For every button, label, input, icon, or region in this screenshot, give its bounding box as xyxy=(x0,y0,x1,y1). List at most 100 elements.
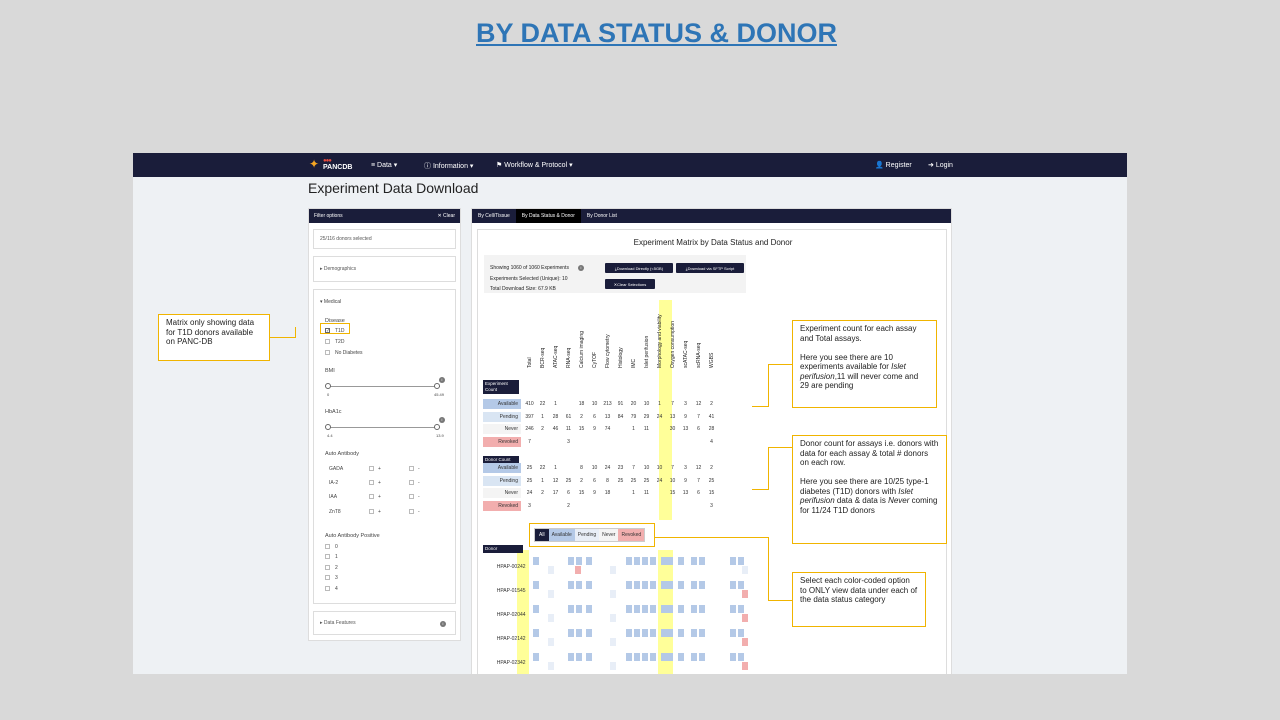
donor-assay-cell[interactable] xyxy=(626,653,632,661)
assay-column-header[interactable]: Flow cytometry xyxy=(605,334,611,368)
donor-assay-cell[interactable] xyxy=(738,653,744,661)
count-cell[interactable]: 10 xyxy=(588,465,601,471)
count-cell[interactable]: 2 xyxy=(562,503,575,509)
donor-assay-cell[interactable] xyxy=(642,581,648,589)
assay-column-header[interactable]: Total xyxy=(527,357,533,368)
info-icon[interactable]: i xyxy=(439,417,445,423)
donor-assay-cell[interactable] xyxy=(667,629,673,637)
donor-assay-cell[interactable] xyxy=(548,614,554,622)
donor-revoked-cell[interactable] xyxy=(742,590,748,598)
antibody-negative-checkbox[interactable] xyxy=(409,466,414,471)
donor-assay-cell[interactable] xyxy=(548,662,554,670)
count-cell[interactable]: 3 xyxy=(705,503,718,509)
antibody-positive-checkbox[interactable] xyxy=(369,509,374,514)
donor-assay-cell[interactable] xyxy=(634,581,640,589)
count-cell[interactable]: 10 xyxy=(666,478,679,484)
count-cell[interactable]: 12 xyxy=(692,401,705,407)
tab-by-cell-tissue[interactable]: By Cell/Tissue xyxy=(472,209,516,223)
assay-column-header[interactable]: Histology xyxy=(618,347,624,368)
donor-assay-cell[interactable] xyxy=(699,605,705,613)
count-cell[interactable]: 1 xyxy=(627,426,640,432)
count-cell[interactable]: 25 xyxy=(523,465,536,471)
donor-assay-cell[interactable] xyxy=(667,605,673,613)
count-cell[interactable]: 22 xyxy=(536,401,549,407)
donor-assay-cell[interactable] xyxy=(730,629,736,637)
count-cell[interactable]: 10 xyxy=(653,465,666,471)
donor-assay-cell[interactable] xyxy=(738,557,744,565)
info-icon[interactable]: i xyxy=(578,265,584,271)
donor-id[interactable]: HPAP-023 xyxy=(488,660,520,666)
tab-by-data-status-donor[interactable]: By Data Status & Donor xyxy=(515,209,581,223)
count-cell[interactable]: 84 xyxy=(614,414,627,420)
status-row-label[interactable]: Pending xyxy=(483,475,521,486)
count-cell[interactable]: 15 xyxy=(575,490,588,496)
donor-assay-cell[interactable] xyxy=(730,557,736,565)
assay-column-header[interactable]: CyTOF xyxy=(592,352,598,368)
count-cell[interactable]: 6 xyxy=(588,478,601,484)
donor-assay-cell[interactable] xyxy=(738,629,744,637)
donor-assay-cell[interactable] xyxy=(626,557,632,565)
donor-assay-cell[interactable] xyxy=(568,581,574,589)
assay-column-header[interactable]: scATAC-seq xyxy=(683,341,689,368)
donor-assay-cell[interactable] xyxy=(576,557,582,565)
donor-assay-cell[interactable] xyxy=(548,566,554,574)
count-cell[interactable]: 3 xyxy=(679,401,692,407)
assay-column-header[interactable]: Calcium imaging xyxy=(579,331,585,368)
donor-assay-cell[interactable] xyxy=(634,605,640,613)
count-cell[interactable]: 61 xyxy=(562,414,575,420)
donor-assay-cell[interactable] xyxy=(586,629,592,637)
donor-assay-cell[interactable] xyxy=(699,581,705,589)
donor-assay-cell[interactable] xyxy=(678,653,684,661)
positive-count-checkbox[interactable] xyxy=(325,586,330,591)
donor-assay-cell[interactable] xyxy=(586,653,592,661)
donor-assay-cell[interactable] xyxy=(610,590,616,598)
donor-assay-cell[interactable] xyxy=(691,653,697,661)
count-cell[interactable]: 12 xyxy=(549,478,562,484)
donor-assay-cell[interactable] xyxy=(533,581,539,589)
assay-column-header[interactable]: WGBS xyxy=(709,353,715,368)
count-cell[interactable]: 15 xyxy=(666,490,679,496)
bmi-max-handle[interactable] xyxy=(434,383,440,389)
donor-assay-cell[interactable] xyxy=(691,629,697,637)
antibody-positive-checkbox[interactable] xyxy=(369,480,374,485)
donor-assay-cell[interactable] xyxy=(678,629,684,637)
status-row-label[interactable]: Never xyxy=(483,424,521,434)
status-row-label[interactable]: Available xyxy=(483,463,521,473)
donor-assay-cell[interactable] xyxy=(678,557,684,565)
count-cell[interactable]: 25 xyxy=(705,478,718,484)
donor-assay-cell[interactable] xyxy=(610,638,616,646)
donor-id[interactable]: HPAP-021 xyxy=(488,636,520,642)
count-cell[interactable]: 29 xyxy=(640,414,653,420)
count-cell[interactable]: 13 xyxy=(601,414,614,420)
count-cell[interactable]: 3 xyxy=(562,439,575,445)
donor-assay-cell[interactable] xyxy=(738,605,744,613)
donor-assay-cell[interactable] xyxy=(576,653,582,661)
donor-assay-cell[interactable] xyxy=(586,605,592,613)
donor-assay-cell[interactable] xyxy=(650,629,656,637)
donor-assay-cell[interactable] xyxy=(699,653,705,661)
donor-assay-cell[interactable] xyxy=(626,629,632,637)
count-cell[interactable]: 11 xyxy=(562,426,575,432)
count-cell[interactable]: 13 xyxy=(679,490,692,496)
donor-revoked-cell[interactable] xyxy=(575,566,581,574)
count-cell[interactable]: 1 xyxy=(536,414,549,420)
donor-assay-cell[interactable] xyxy=(634,557,640,565)
donor-assay-cell[interactable] xyxy=(738,581,744,589)
count-cell[interactable]: 8 xyxy=(575,465,588,471)
info-icon[interactable]: i xyxy=(439,377,445,383)
donor-revoked-cell[interactable] xyxy=(742,614,748,622)
antibody-negative-checkbox[interactable] xyxy=(409,480,414,485)
donor-assay-cell[interactable] xyxy=(699,629,705,637)
download-sftp-button[interactable]: ⤓ Download via SFTP Script xyxy=(676,263,744,273)
donor-assay-cell[interactable] xyxy=(610,614,616,622)
nav-information-menu[interactable]: ⓘ Information ▾ xyxy=(424,161,473,171)
count-cell[interactable]: 7 xyxy=(523,439,536,445)
donor-assay-cell[interactable] xyxy=(576,629,582,637)
data-features-section[interactable]: ▸ Data Features i xyxy=(313,611,456,635)
donor-assay-cell[interactable] xyxy=(568,653,574,661)
antibody-negative-checkbox[interactable] xyxy=(409,494,414,499)
count-cell[interactable]: 2 xyxy=(575,414,588,420)
donor-assay-cell[interactable] xyxy=(678,605,684,613)
donor-assay-cell[interactable] xyxy=(533,653,539,661)
positive-count-checkbox[interactable] xyxy=(325,544,330,549)
